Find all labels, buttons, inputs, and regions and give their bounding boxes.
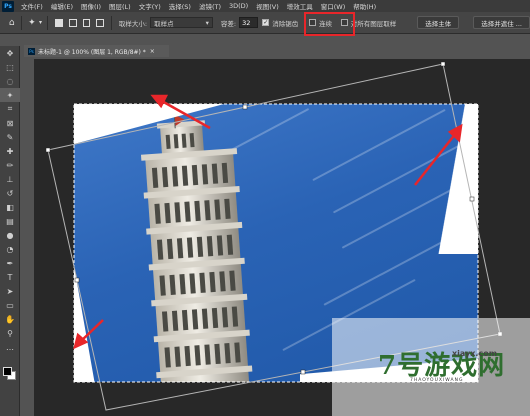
gradient-icon[interactable]: ▤ bbox=[0, 214, 20, 228]
tools-panel: ✥ ⬚ ◌ ✦ ⌗ ⊠ ✎ ✚ ✏ ⊥ ↺ ◧ ▤ ● ◔ ✒ T ➤ ▭ ✋ … bbox=[0, 46, 20, 416]
divider bbox=[21, 15, 23, 30]
transparent-corner bbox=[432, 104, 478, 254]
tolerance-input[interactable]: 32 bbox=[239, 17, 259, 28]
sample-size-label: 取样大小: bbox=[118, 19, 148, 28]
menu-layer[interactable]: 图层(L) bbox=[105, 1, 135, 11]
antialias-checkbox[interactable]: ✓ bbox=[262, 19, 270, 26]
eyedropper-icon[interactable]: ✎ bbox=[0, 130, 20, 144]
magic-wand-icon[interactable]: ✦ bbox=[0, 88, 20, 102]
menu-view[interactable]: 视图(V) bbox=[252, 1, 283, 11]
document-tab-title: 未标题-1 @ 100% (图层 1, RGB/8#) * bbox=[38, 48, 146, 56]
contiguous-highlight-box bbox=[304, 12, 355, 36]
chevron-down-icon[interactable]: ▾ bbox=[38, 17, 44, 29]
zoom-icon[interactable]: ⚲ bbox=[0, 326, 20, 340]
pen-icon[interactable]: ✒ bbox=[0, 256, 20, 270]
add-to-selection-icon[interactable] bbox=[68, 18, 77, 27]
menu-select[interactable]: 选择(S) bbox=[165, 1, 195, 11]
divider bbox=[47, 15, 49, 30]
select-and-mask-button[interactable]: 选择并遮住 ... bbox=[473, 16, 530, 29]
menu-help[interactable]: 帮助(H) bbox=[349, 1, 380, 11]
options-bar: ⌂ ✦ ▾ 取样大小: 取样点 ▾ 容差: 32 ✓ 消除锯齿 连续 对所有图层… bbox=[0, 12, 530, 34]
document-ps-icon: Ps bbox=[28, 47, 35, 55]
frame-icon[interactable]: ⊠ bbox=[0, 116, 20, 130]
menu-image[interactable]: 图像(I) bbox=[77, 1, 105, 11]
menu-type[interactable]: 文字(Y) bbox=[135, 1, 165, 11]
eraser-icon[interactable]: ◧ bbox=[0, 200, 20, 214]
dodge-icon[interactable]: ◔ bbox=[0, 242, 20, 256]
select-subject-button[interactable]: 选择主体 bbox=[417, 16, 460, 29]
home-icon[interactable]: ⌂ bbox=[6, 17, 17, 29]
watermark-url: xiayx.com bbox=[452, 349, 498, 358]
history-brush-icon[interactable]: ↺ bbox=[0, 186, 20, 200]
divider bbox=[110, 15, 112, 30]
menu-plugins[interactable]: 增效工具 bbox=[283, 1, 317, 11]
tolerance-label: 容差: bbox=[220, 19, 237, 28]
intersect-selection-icon[interactable] bbox=[96, 18, 104, 27]
menu-file[interactable]: 文件(F) bbox=[17, 1, 47, 11]
document-tab[interactable]: Ps 未标题-1 @ 100% (图层 1, RGB/8#) * × bbox=[24, 45, 169, 57]
path-select-icon[interactable]: ➤ bbox=[0, 284, 20, 298]
sample-size-value: 取样点 bbox=[154, 19, 174, 28]
move-icon[interactable]: ✥ bbox=[0, 46, 20, 60]
antialias-label: 消除锯齿 bbox=[272, 19, 299, 28]
stamp-icon[interactable]: ⊥ bbox=[0, 172, 20, 186]
marquee-icon[interactable]: ⬚ bbox=[0, 60, 20, 74]
brush-icon[interactable]: ✏ bbox=[0, 158, 20, 172]
transparent-corner bbox=[74, 104, 224, 144]
sample-all-layers-label: 对所有图层取样 bbox=[350, 19, 397, 28]
menu-3d[interactable]: 3D(D) bbox=[225, 2, 252, 10]
type-icon[interactable]: T bbox=[0, 270, 20, 284]
menu-filter[interactable]: 滤镜(T) bbox=[195, 1, 225, 11]
new-selection-icon[interactable] bbox=[55, 18, 63, 27]
menu-window[interactable]: 窗口(W) bbox=[317, 1, 350, 11]
foreground-color-swatch[interactable] bbox=[3, 367, 12, 376]
transparent-corner bbox=[74, 265, 104, 382]
chevron-down-icon: ▾ bbox=[205, 18, 209, 27]
blur-icon[interactable]: ● bbox=[0, 228, 20, 242]
sample-size-select[interactable]: 取样点 ▾ bbox=[150, 17, 213, 28]
menu-bar: Ps 文件(F) 编辑(E) 图像(I) 图层(L) 文字(Y) 选择(S) 滤… bbox=[0, 0, 530, 12]
healing-icon[interactable]: ✚ bbox=[0, 144, 20, 158]
crop-icon[interactable]: ⌗ bbox=[0, 102, 20, 116]
watermark-subtitle: 7HAOYOUXIWANG bbox=[410, 378, 464, 383]
menu-edit[interactable]: 编辑(E) bbox=[47, 1, 77, 11]
close-icon[interactable]: × bbox=[150, 48, 155, 55]
subtract-selection-icon[interactable] bbox=[82, 18, 91, 27]
lasso-icon[interactable]: ◌ bbox=[0, 74, 20, 88]
more-icon[interactable]: … bbox=[0, 340, 20, 354]
photoshop-logo: Ps bbox=[2, 0, 14, 12]
magic-wand-preset-icon[interactable]: ✦ bbox=[26, 17, 37, 29]
hand-icon[interactable]: ✋ bbox=[0, 312, 20, 326]
rectangle-icon[interactable]: ▭ bbox=[0, 298, 20, 312]
